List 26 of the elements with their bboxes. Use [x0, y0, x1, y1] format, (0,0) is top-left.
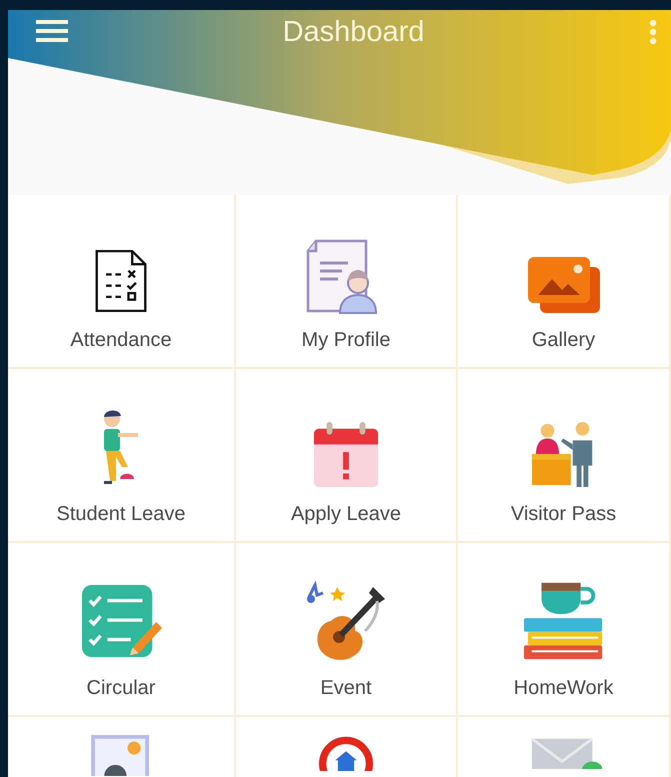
- menu-icon[interactable]: [36, 20, 68, 44]
- dashboard-tile[interactable]: HomeWork: [458, 543, 671, 717]
- tile-label: Attendance: [70, 329, 172, 352]
- checklist-icon: [93, 247, 149, 315]
- tile-label: Event: [320, 677, 372, 700]
- tile-label: Apply Leave: [290, 503, 402, 526]
- ring-house-icon: [317, 735, 375, 771]
- tile-label: Visitor Pass: [510, 503, 616, 526]
- tile-label: Student Leave: [56, 503, 186, 526]
- pictures-icon: [526, 255, 602, 315]
- dashboard-tile[interactable]: My Profile: [236, 195, 458, 369]
- dashboard-tile[interactable]: Event: [236, 543, 458, 717]
- tile-label: Circular: [86, 677, 156, 700]
- dashboard-tile[interactable]: Visitor Pass: [458, 369, 671, 543]
- tile-label: Gallery: [532, 329, 596, 352]
- tile-label: My Profile: [302, 329, 390, 352]
- dashboard-tile[interactable]: Gallery: [458, 195, 671, 369]
- dashboard-tile[interactable]: Attendance: [8, 195, 236, 369]
- dashboard-tile[interactable]: Student Leave: [8, 369, 236, 543]
- dashboard-tile[interactable]: Apply Leave: [236, 369, 458, 543]
- dashboard-tile[interactable]: Circular: [8, 543, 236, 717]
- more-options-icon[interactable]: [649, 19, 657, 45]
- calendar-alert-icon: [312, 421, 380, 489]
- tile-label: HomeWork: [514, 677, 614, 700]
- portrait-frame-icon: [91, 735, 151, 776]
- app-title: Dashboard: [282, 16, 426, 48]
